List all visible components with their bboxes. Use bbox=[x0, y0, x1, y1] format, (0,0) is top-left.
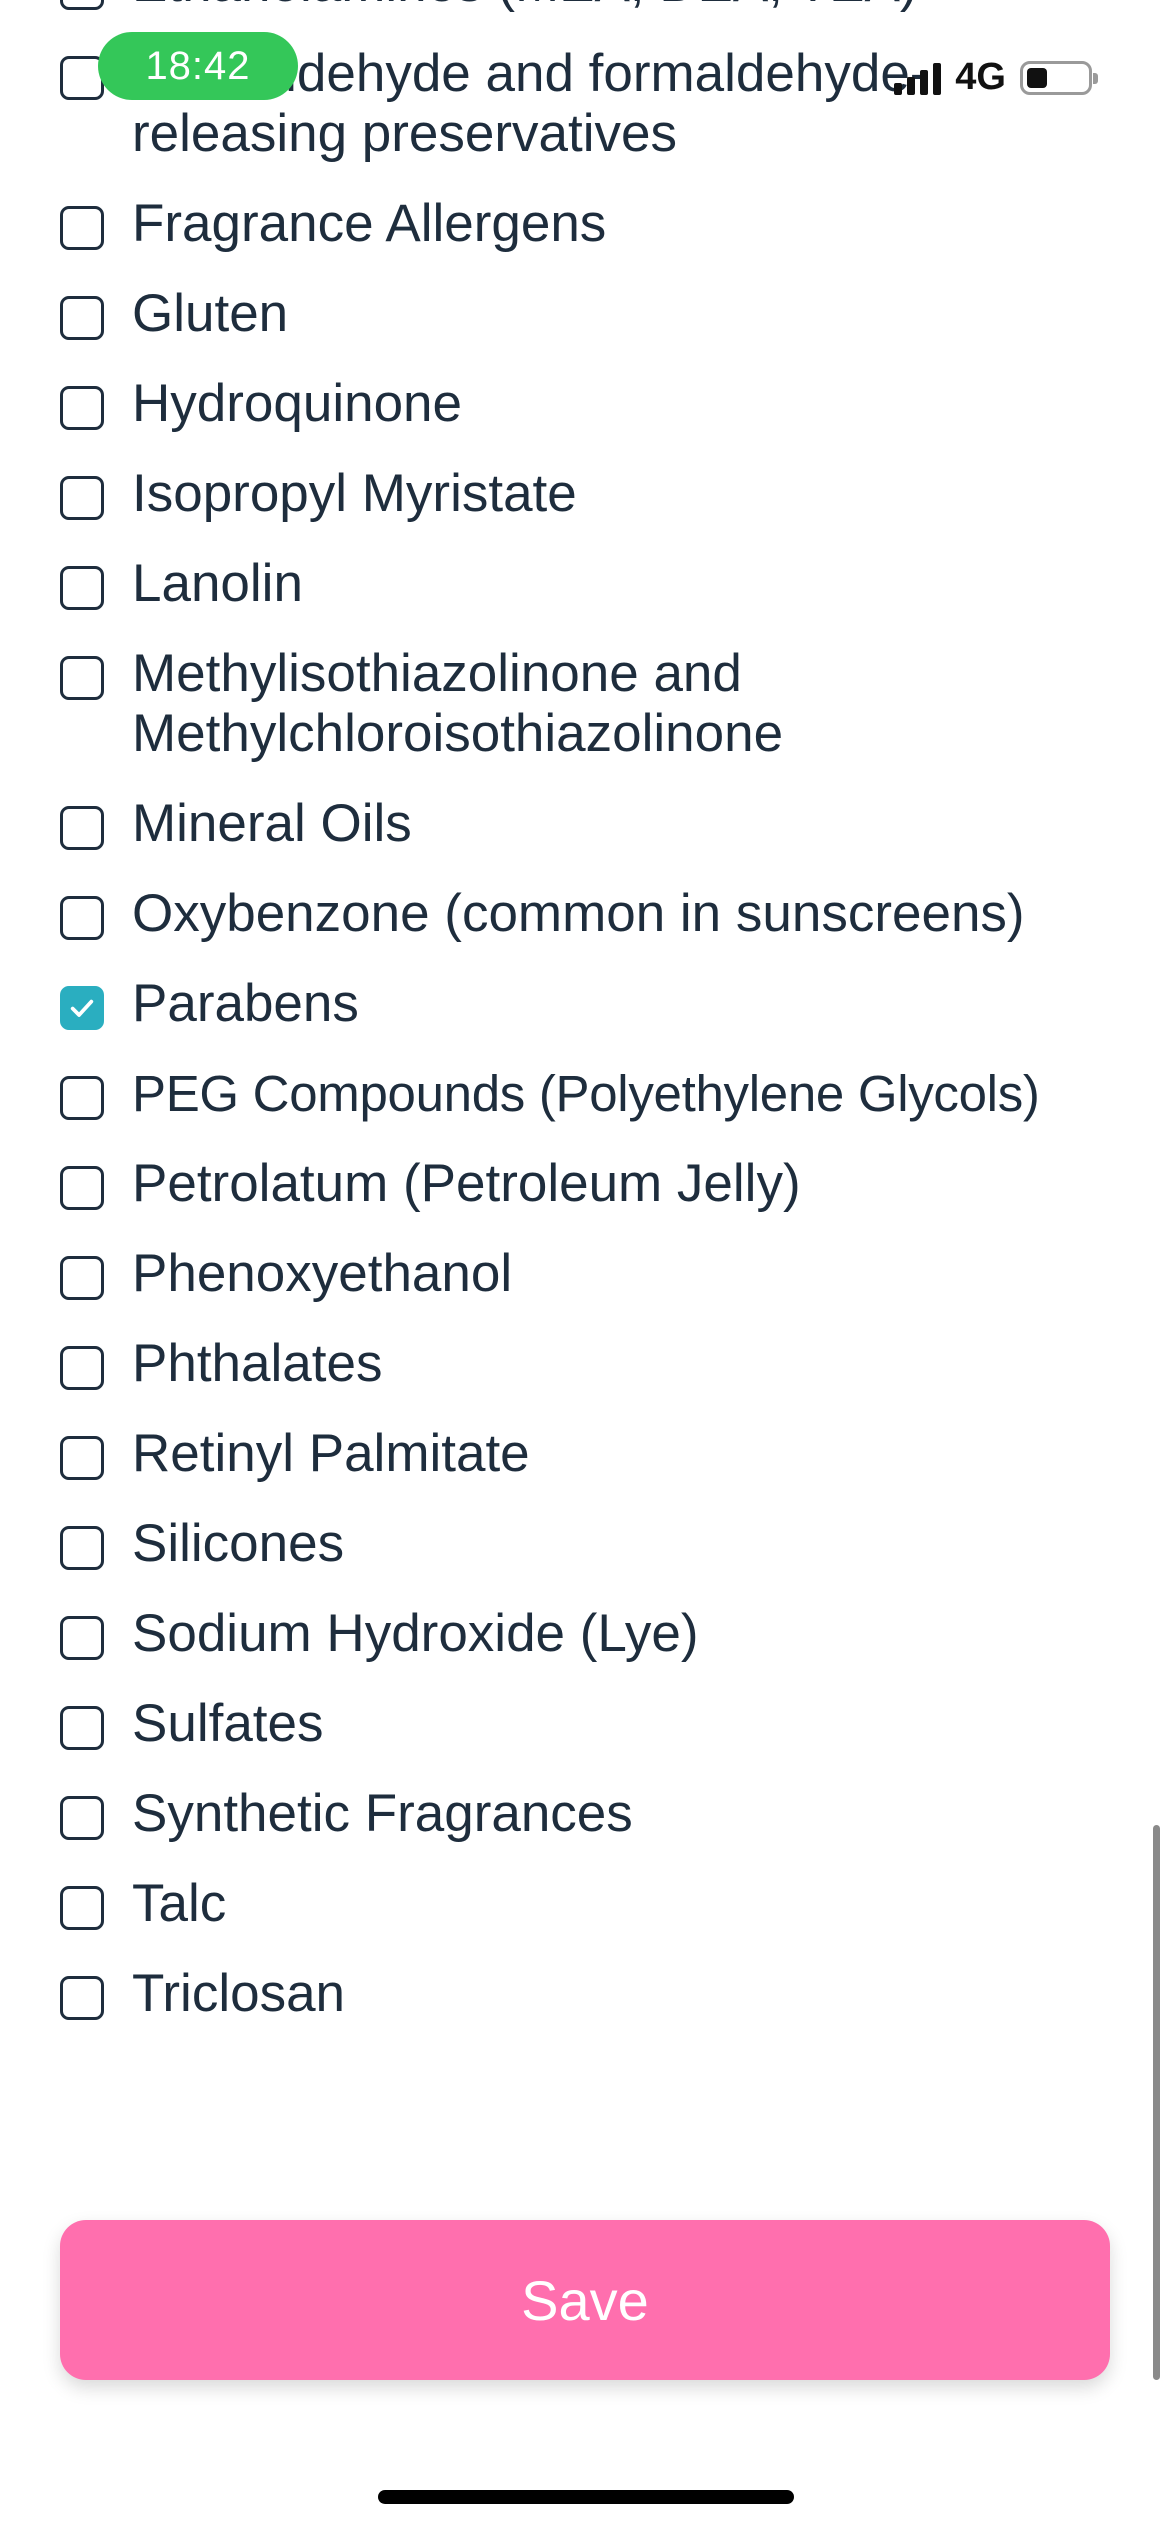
checkbox[interactable] bbox=[60, 896, 104, 940]
ingredient-list: Ethanolamines (MEA, DEA, TEA) Formaldehy… bbox=[0, 0, 1170, 2054]
item-label: Mineral Oils bbox=[132, 794, 412, 853]
item-label: Fragrance Allergens bbox=[132, 194, 607, 253]
checkbox[interactable] bbox=[60, 656, 104, 700]
list-item-isopropyl-myristate[interactable]: Isopropyl Myristate bbox=[0, 464, 1170, 554]
list-item-gluten[interactable]: Gluten bbox=[0, 284, 1170, 374]
checkbox[interactable] bbox=[60, 1526, 104, 1570]
item-label: Ethanolamines (MEA, DEA, TEA) bbox=[132, 0, 917, 14]
checkbox[interactable] bbox=[60, 476, 104, 520]
checkbox[interactable] bbox=[60, 1166, 104, 1210]
network-type: 4G bbox=[955, 56, 1006, 98]
status-indicators: 4G bbox=[894, 56, 1098, 99]
list-item-phthalates[interactable]: Phthalates bbox=[0, 1334, 1170, 1424]
list-item-methylisothiazolinone[interactable]: Methylisothiazolinone and Methylchlorois… bbox=[0, 644, 1170, 794]
status-time[interactable]: 18:42 bbox=[98, 32, 298, 100]
item-label: Isopropyl Myristate bbox=[132, 464, 577, 523]
list-item-talc[interactable]: Talc bbox=[0, 1874, 1170, 1964]
item-label: Silicones bbox=[132, 1514, 345, 1573]
screen: Ethanolamines (MEA, DEA, TEA) Formaldehy… bbox=[0, 0, 1170, 2532]
checkbox[interactable] bbox=[60, 1346, 104, 1390]
list-item-petrolatum[interactable]: Petrolatum (Petroleum Jelly) bbox=[0, 1154, 1170, 1244]
list-item-silicones[interactable]: Silicones bbox=[0, 1514, 1170, 1604]
checkbox[interactable] bbox=[60, 1886, 104, 1930]
battery-fill bbox=[1027, 67, 1047, 88]
checkbox[interactable] bbox=[60, 1976, 104, 2020]
checkbox[interactable] bbox=[60, 296, 104, 340]
item-label: Synthetic Fragrances bbox=[132, 1784, 633, 1843]
item-label: Parabens bbox=[132, 974, 359, 1033]
item-label: Hydroquinone bbox=[132, 374, 463, 433]
item-label: Gluten bbox=[132, 284, 289, 343]
battery-nub bbox=[1093, 72, 1098, 84]
list-item-phenoxyethanol[interactable]: Phenoxyethanol bbox=[0, 1244, 1170, 1334]
item-label: Talc bbox=[132, 1874, 227, 1933]
checkbox[interactable] bbox=[60, 1616, 104, 1660]
battery-icon bbox=[1020, 60, 1098, 95]
checkbox[interactable] bbox=[60, 0, 104, 10]
scrollbar[interactable] bbox=[1153, 1825, 1160, 2380]
checkbox[interactable] bbox=[60, 1436, 104, 1480]
checkmark-icon bbox=[70, 999, 94, 1017]
item-label: Sodium Hydroxide (Lye) bbox=[132, 1604, 699, 1663]
list-item-lanolin[interactable]: Lanolin bbox=[0, 554, 1170, 644]
save-button[interactable]: Save bbox=[60, 2220, 1110, 2380]
list-item-hydroquinone[interactable]: Hydroquinone bbox=[0, 374, 1170, 464]
list-item-mineral-oils[interactable]: Mineral Oils bbox=[0, 794, 1170, 884]
checkbox[interactable] bbox=[60, 1796, 104, 1840]
checkbox[interactable] bbox=[60, 386, 104, 430]
checkbox[interactable] bbox=[60, 206, 104, 250]
item-label: Petrolatum (Petroleum Jelly) bbox=[132, 1154, 801, 1213]
list-item-oxybenzone[interactable]: Oxybenzone (common in sunscreens) bbox=[0, 884, 1170, 974]
checkbox-checked[interactable] bbox=[60, 986, 104, 1030]
item-label: Phenoxyethanol bbox=[132, 1244, 513, 1303]
item-label: Sulfates bbox=[132, 1694, 324, 1753]
cellular-signal-icon bbox=[894, 61, 942, 95]
list-item-synthetic-fragrances[interactable]: Synthetic Fragrances bbox=[0, 1784, 1170, 1874]
home-indicator[interactable] bbox=[378, 2490, 794, 2504]
list-item-triclosan[interactable]: Triclosan bbox=[0, 1964, 1170, 2054]
list-item-sulfates[interactable]: Sulfates bbox=[0, 1694, 1170, 1784]
item-label: PEG Compounds (Polyethylene Glycols) bbox=[132, 1065, 1040, 1122]
list-item-peg-compounds[interactable]: PEG Compounds (Polyethylene Glycols) bbox=[0, 1064, 1170, 1154]
list-item-sodium-hydroxide[interactable]: Sodium Hydroxide (Lye) bbox=[0, 1604, 1170, 1694]
checkbox[interactable] bbox=[60, 1706, 104, 1750]
item-label: Triclosan bbox=[132, 1964, 346, 2023]
item-label: Retinyl Palmitate bbox=[132, 1424, 530, 1483]
list-item-fragrance-allergens[interactable]: Fragrance Allergens bbox=[0, 194, 1170, 284]
list-item-retinyl-palmitate[interactable]: Retinyl Palmitate bbox=[0, 1424, 1170, 1514]
item-label: Lanolin bbox=[132, 554, 303, 613]
checkbox[interactable] bbox=[60, 1256, 104, 1300]
list-item-parabens[interactable]: Parabens bbox=[0, 974, 1170, 1064]
checkbox[interactable] bbox=[60, 806, 104, 850]
item-label: Methylisothiazolinone and Methylchlorois… bbox=[132, 644, 784, 763]
checkbox[interactable] bbox=[60, 1076, 104, 1120]
checkbox[interactable] bbox=[60, 566, 104, 610]
item-label: Phthalates bbox=[132, 1334, 383, 1393]
item-label: Oxybenzone (common in sunscreens) bbox=[132, 884, 1025, 943]
